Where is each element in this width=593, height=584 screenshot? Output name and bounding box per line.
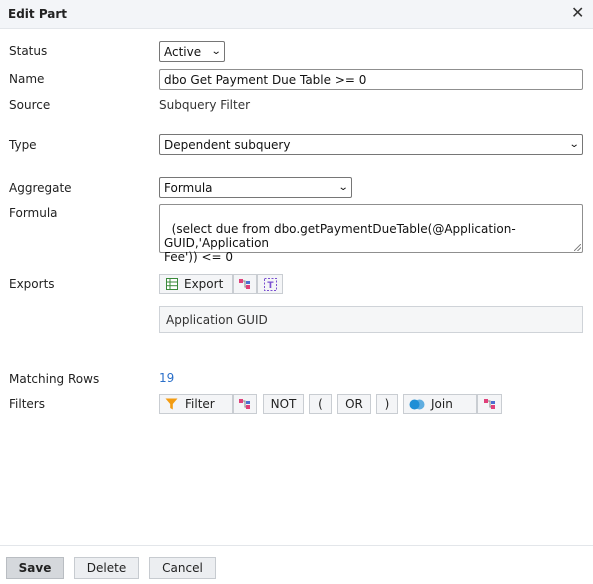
join-tree-button[interactable] [477, 394, 502, 414]
open-paren-button[interactable]: ( [309, 394, 332, 414]
matching-rows-count-link[interactable]: 19 [159, 371, 174, 385]
close-paren-button[interactable]: ) [376, 394, 398, 414]
filter-label: Filter [185, 397, 215, 411]
delete-button[interactable]: Delete [74, 557, 139, 579]
close-icon[interactable]: ✕ [571, 4, 584, 22]
tree-icon [483, 398, 496, 410]
cancel-button[interactable]: Cancel [149, 557, 216, 579]
filters-label: Filters [9, 397, 45, 411]
name-input[interactable]: dbo Get Payment Due Table >= 0 [159, 69, 583, 90]
formula-label: Formula [9, 206, 58, 220]
source-value: Subquery Filter [159, 98, 251, 112]
export-item: Application GUID [159, 306, 583, 333]
tree-icon [239, 278, 251, 290]
export-text-button[interactable]: T [257, 274, 283, 294]
filter-button[interactable]: Filter [159, 394, 233, 414]
status-value: Active [164, 44, 202, 59]
aggregate-select[interactable]: Formula ⌄ [159, 177, 352, 198]
name-label: Name [9, 72, 45, 86]
type-value: Dependent subquery [164, 137, 291, 152]
formula-textarea[interactable]: (select due from dbo.getPaymentDueTable(… [159, 204, 583, 264]
table-export-icon [166, 278, 178, 290]
exports-label: Exports [9, 277, 55, 291]
join-button[interactable]: Join [403, 394, 477, 414]
funnel-icon [165, 398, 178, 410]
resize-handle-icon[interactable] [574, 244, 581, 251]
aggregate-label: Aggregate [9, 181, 72, 195]
or-button[interactable]: OR [337, 394, 371, 414]
chevron-down-icon: ⌄ [568, 139, 580, 150]
join-label: Join [431, 397, 453, 411]
dialog-titlebar: Edit Part ✕ [0, 0, 593, 29]
dialog-footer: Save Delete Cancel [0, 545, 593, 584]
aggregate-value: Formula [164, 180, 213, 195]
status-select[interactable]: Active ⌄ [159, 41, 225, 62]
save-button[interactable]: Save [6, 557, 64, 579]
source-label: Source [9, 98, 51, 112]
status-label: Status [9, 44, 48, 58]
chevron-down-icon: ⌄ [210, 46, 222, 57]
matching-rows-label: Matching Rows [9, 372, 100, 386]
type-select[interactable]: Dependent subquery ⌄ [159, 134, 583, 155]
text-field-icon: T [263, 277, 277, 291]
export-label: Export [184, 277, 224, 291]
type-label: Type [9, 138, 37, 152]
chevron-down-icon: ⌄ [337, 182, 349, 193]
svg-text:T: T [267, 281, 274, 291]
tree-icon [239, 398, 251, 410]
export-button[interactable]: Export [159, 274, 233, 294]
export-tree-button[interactable] [233, 274, 257, 294]
formula-text: (select due from dbo.getPaymentDueTable(… [164, 222, 516, 264]
filter-tree-button[interactable] [233, 394, 257, 414]
not-button[interactable]: NOT [263, 394, 304, 414]
join-circles-icon [409, 399, 425, 410]
dialog-title: Edit Part [8, 7, 68, 21]
